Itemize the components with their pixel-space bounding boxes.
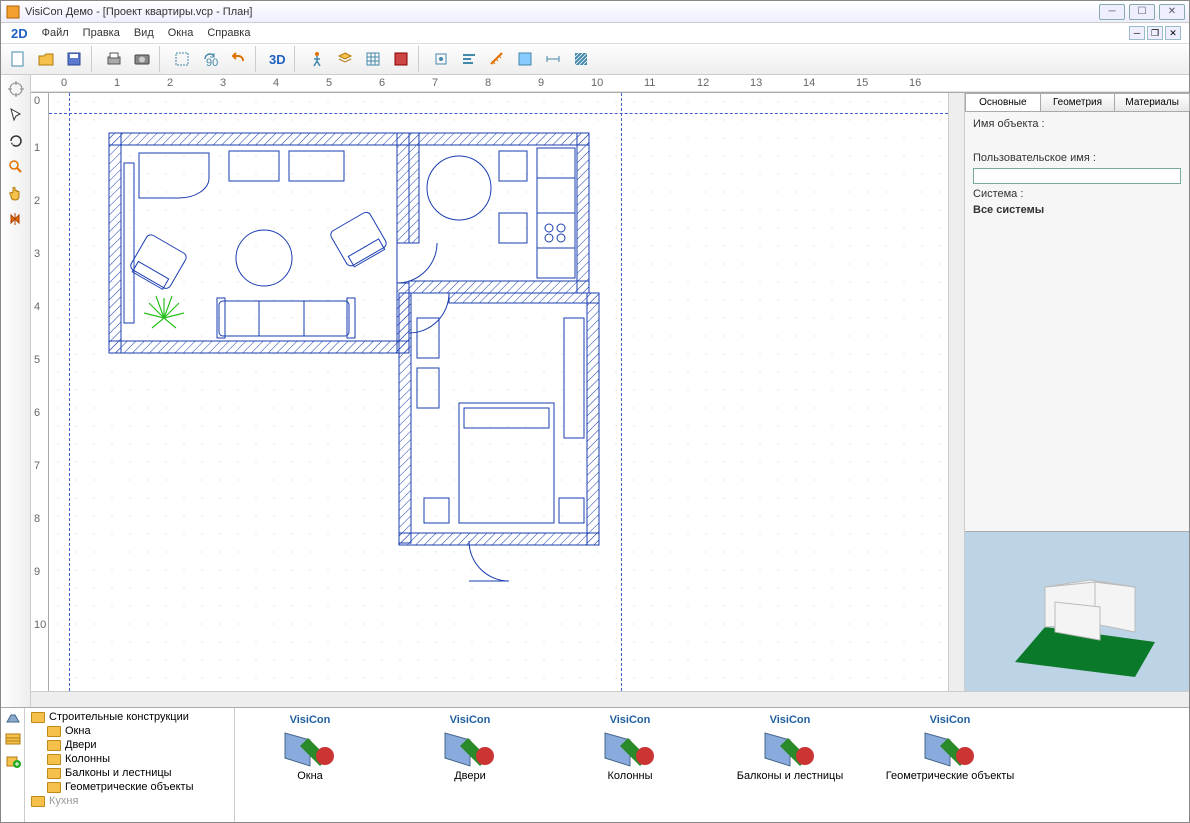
- open-file-button[interactable]: [33, 46, 59, 72]
- svg-text:90: 90: [206, 57, 218, 68]
- mode-3d-button[interactable]: 3D: [265, 52, 290, 67]
- menu-file[interactable]: Файл: [36, 25, 75, 41]
- snap-button[interactable]: [388, 46, 414, 72]
- folder-icon: [47, 754, 61, 765]
- catalog-items: VisiCon Окна VisiCon Двери VisiCon Колон…: [235, 708, 1189, 822]
- catalog-list-button[interactable]: [5, 733, 21, 748]
- rotate-tool[interactable]: [4, 129, 28, 153]
- canvas-hscroll[interactable]: [31, 691, 1189, 707]
- hatch-button[interactable]: [568, 46, 594, 72]
- main-toolbar: 90 3D: [1, 43, 1189, 75]
- print-button[interactable]: [101, 46, 127, 72]
- work-area: 0 12345678910111213141516 0 12345678910: [1, 75, 1189, 707]
- menu-edit[interactable]: Правка: [77, 25, 126, 41]
- catalog-item-columns[interactable]: VisiCon Колонны: [565, 714, 695, 782]
- pointer-tool[interactable]: [4, 103, 28, 127]
- folder-icon: [47, 768, 61, 779]
- mdi-minimize-button[interactable]: ─: [1129, 26, 1145, 40]
- ortho-button[interactable]: [428, 46, 454, 72]
- catalog-item-geometry[interactable]: VisiCon Геометрические объекты: [885, 714, 1015, 782]
- tree-item-balconies[interactable]: Балконы и лестницы: [27, 766, 232, 780]
- title-bar: VisiCon Демо - [Проект квартиры.vcp - Пл…: [1, 1, 1189, 23]
- catalog-up-button[interactable]: [5, 712, 21, 727]
- maximize-button[interactable]: ☐: [1129, 4, 1155, 20]
- mdi-buttons: ─ ❐ ✕: [1129, 26, 1185, 40]
- layers-button[interactable]: [332, 46, 358, 72]
- tree-item-columns[interactable]: Колонны: [27, 752, 232, 766]
- tab-basic[interactable]: Основные: [965, 93, 1041, 111]
- mode-2d-label[interactable]: 2D: [5, 26, 34, 41]
- close-button[interactable]: ✕: [1159, 4, 1185, 20]
- target-tool[interactable]: [4, 77, 28, 101]
- mdi-restore-button[interactable]: ❐: [1147, 26, 1163, 40]
- menu-help[interactable]: Справка: [201, 25, 256, 41]
- folder-icon: [47, 740, 61, 751]
- window-title: VisiCon Демо - [Проект квартиры.vcp - Пл…: [25, 6, 1099, 18]
- tree-item-windows[interactable]: Окна: [27, 724, 232, 738]
- catalog-item-doors[interactable]: VisiCon Двери: [405, 714, 535, 782]
- guide-v1: [69, 93, 70, 691]
- walk-button[interactable]: [304, 46, 330, 72]
- vertical-ruler: 0 12345678910: [31, 93, 49, 691]
- tree-item-kitchen[interactable]: Кухня: [27, 794, 232, 808]
- catalog-panel: Строительные конструкции Окна Двери Коло…: [1, 707, 1189, 822]
- left-toolbar: [1, 75, 31, 707]
- user-name-input[interactable]: [973, 168, 1181, 184]
- tree-item-doors[interactable]: Двери: [27, 738, 232, 752]
- folder-icon: [47, 726, 61, 737]
- system-value: Все системы: [973, 204, 1181, 216]
- catalog-tree[interactable]: Строительные конструкции Окна Двери Коло…: [25, 708, 235, 822]
- app-icon: [5, 4, 21, 20]
- catalog-item-windows[interactable]: VisiCon Окна: [245, 714, 375, 782]
- floor-plan[interactable]: [99, 123, 639, 603]
- screenshot-button[interactable]: [129, 46, 155, 72]
- label-object-name: Имя объекта :: [973, 118, 1181, 130]
- save-button[interactable]: [61, 46, 87, 72]
- menu-windows[interactable]: Окна: [162, 25, 200, 41]
- new-file-button[interactable]: [5, 46, 31, 72]
- zoom-tool[interactable]: [4, 155, 28, 179]
- folder-icon: [31, 796, 45, 807]
- canvas-wrap: 0 12345678910111213141516 0 12345678910: [31, 75, 1189, 707]
- pan-tool[interactable]: [4, 181, 28, 205]
- tab-materials[interactable]: Материалы: [1114, 93, 1190, 111]
- catalog-toolbar: [1, 708, 25, 822]
- measure-button[interactable]: [484, 46, 510, 72]
- 3d-preview[interactable]: [965, 531, 1189, 691]
- folder-icon: [47, 782, 61, 793]
- tree-item-geometry[interactable]: Геометрические объекты: [27, 780, 232, 794]
- catalog-item-balconies[interactable]: VisiCon Балконы и лестницы: [725, 714, 855, 782]
- folder-icon: [31, 712, 45, 723]
- tab-geometry[interactable]: Геометрия: [1040, 93, 1116, 111]
- drawing-canvas[interactable]: SOFTPORTAL www.softportal.com: [49, 93, 948, 691]
- catalog-add-button[interactable]: [5, 754, 21, 771]
- select-rect-button[interactable]: [169, 46, 195, 72]
- grid-button[interactable]: [360, 46, 386, 72]
- dimension-button[interactable]: [540, 46, 566, 72]
- app-window: VisiCon Демо - [Проект квартиры.vcp - Пл…: [0, 0, 1190, 823]
- align-button[interactable]: [456, 46, 482, 72]
- properties-panel: Основные Геометрия Материалы Имя объекта…: [964, 93, 1189, 691]
- fill-button[interactable]: [512, 46, 538, 72]
- mdi-close-button[interactable]: ✕: [1165, 26, 1181, 40]
- label-user-name: Пользовательское имя :: [973, 152, 1181, 164]
- menu-view[interactable]: Вид: [128, 25, 160, 41]
- label-system: Система :: [973, 188, 1181, 200]
- horizontal-ruler: 0 12345678910111213141516: [31, 75, 1189, 93]
- minimize-button[interactable]: ─: [1099, 4, 1125, 20]
- window-buttons: ─ ☐ ✕: [1099, 4, 1185, 20]
- guide-h1: [49, 113, 948, 114]
- mirror-tool[interactable]: [4, 207, 28, 231]
- canvas-vscroll[interactable]: [948, 93, 964, 691]
- rotate-90-button[interactable]: 90: [197, 46, 223, 72]
- undo-button[interactable]: [225, 46, 251, 72]
- tree-root[interactable]: Строительные конструкции: [27, 710, 232, 724]
- menu-bar: 2D Файл Правка Вид Окна Справка ─ ❐ ✕: [1, 23, 1189, 43]
